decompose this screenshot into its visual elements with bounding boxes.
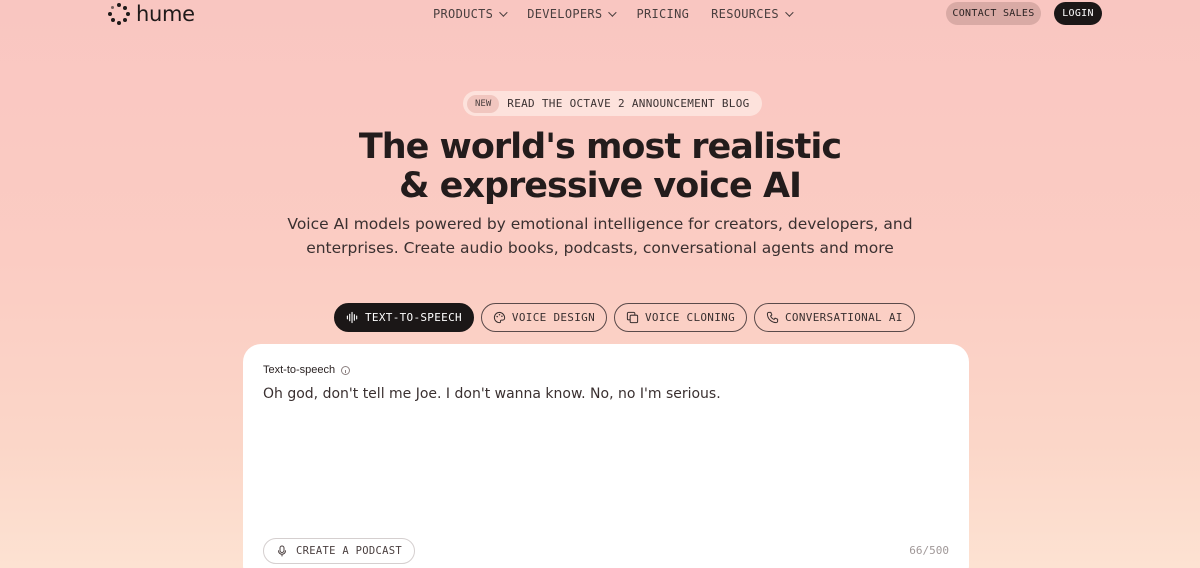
nav-item-resources[interactable]: RESOURCES [711,7,794,21]
info-icon[interactable] [341,365,351,375]
chevron-down-icon [499,8,508,17]
waveform-icon [346,311,358,324]
tab-label: VOICE CLONING [645,311,735,324]
tab-conversational-ai[interactable]: CONVERSATIONAL AI [754,303,915,332]
nav-item-label: RESOURCES [711,7,779,21]
tab-voice-cloning[interactable]: VOICE CLONING [614,303,747,332]
hero-subtitle: Voice AI models powered by emotional int… [0,212,1200,260]
tts-text-input[interactable]: Oh god, don't tell me Joe. I don't wanna… [263,386,721,402]
phone-icon [766,311,779,324]
contact-sales-button[interactable]: CONTACT SALES [946,2,1041,25]
product-tabs: TEXT-TO-SPEECH VOICE DESIGN VOICE CLONIN… [334,303,915,332]
palette-icon [493,311,506,324]
chevron-down-icon [608,8,618,17]
character-counter: 66/500 [909,544,949,557]
tts-card: Text-to-speech Oh god, don't tell me Joe… [243,344,969,568]
brand-name: hume [136,2,195,26]
site-header: hume PRODUCTS DEVELOPERS PRICING RESOURC… [0,0,1200,28]
login-button[interactable]: LOGIN [1054,2,1102,25]
hero-title-line1: The world's most realistic [358,127,842,167]
copy-icon [626,311,639,324]
podcast-button-label: CREATE A PODCAST [296,545,402,557]
hero-subtitle-line2: enterprises. Create audio books, podcast… [306,239,894,257]
announcement-text: READ THE OCTAVE 2 ANNOUNCEMENT BLOG [507,97,750,110]
chevron-down-icon [785,8,794,17]
hume-logo-icon [108,3,130,25]
new-badge: NEW [467,94,500,113]
nav-item-label: PRICING [636,7,690,21]
create-podcast-button[interactable]: CREATE A PODCAST [263,538,415,564]
tab-label: CONVERSATIONAL AI [785,311,903,324]
microphone-icon [278,545,286,557]
nav-item-label: PRODUCTS [433,7,494,21]
nav-item-label: DEVELOPERS [527,7,603,21]
tts-card-label: Text-to-speech [263,364,351,376]
tts-label-text: Text-to-speech [263,364,336,376]
announcement-link[interactable]: NEW READ THE OCTAVE 2 ANNOUNCEMENT BLOG [463,91,762,116]
brand-logo[interactable]: hume [108,2,195,26]
hero-subtitle-line1: Voice AI models powered by emotional int… [287,215,913,233]
main-nav: PRODUCTS DEVELOPERS PRICING RESOURCES [433,7,794,21]
hero-title: The world's most realistic & expressive … [0,128,1200,206]
tab-text-to-speech[interactable]: TEXT-TO-SPEECH [334,303,474,332]
tab-label: TEXT-TO-SPEECH [365,311,462,324]
tab-voice-design[interactable]: VOICE DESIGN [480,303,607,332]
hero-title-line2: & expressive voice AI [398,166,802,206]
nav-item-developers[interactable]: DEVELOPERS [527,7,618,21]
nav-item-products[interactable]: PRODUCTS [433,7,508,21]
tab-label: VOICE DESIGN [511,311,595,324]
nav-item-pricing[interactable]: PRICING [636,7,689,21]
